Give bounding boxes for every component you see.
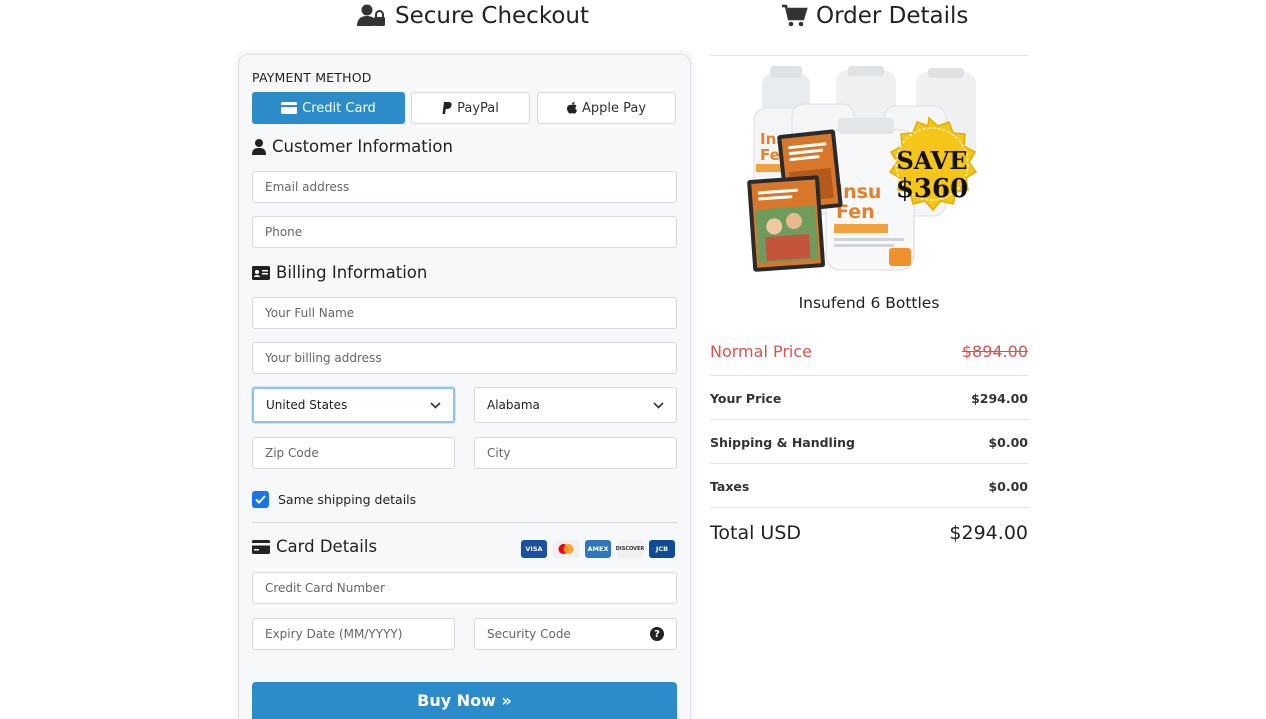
row-divider xyxy=(710,419,1028,420)
tab-paypal-label: PayPal xyxy=(457,100,499,116)
payment-method-label: PAYMENT METHOD xyxy=(252,70,372,85)
shopping-cart-icon xyxy=(782,4,808,27)
order-top-divider xyxy=(710,55,1028,56)
credit-card-icon xyxy=(252,539,270,554)
zip-code-field[interactable]: Zip Code xyxy=(252,437,455,469)
total-label: Total USD xyxy=(710,522,802,544)
secure-checkout-heading: Secure Checkout xyxy=(357,0,589,32)
your-price-row: Your Price $294.00 xyxy=(710,388,1028,408)
billing-info-title: Billing Information xyxy=(252,263,427,282)
full-name-field[interactable]: Your Full Name xyxy=(252,297,677,329)
product-name: Insufend 6 Bottles xyxy=(798,294,940,312)
state-select[interactable]: Alabama xyxy=(474,387,677,423)
tab-apple-pay-label: Apple Pay xyxy=(581,100,647,116)
security-code-field[interactable]: Security Code ? xyxy=(474,618,677,650)
taxes-label: Taxes xyxy=(710,478,750,494)
user-icon xyxy=(252,138,266,155)
your-price-value: $294.00 xyxy=(971,390,1028,406)
country-value: United States xyxy=(266,398,348,412)
apple-icon xyxy=(566,102,577,114)
accepted-cards: VISA AMEX DISCOVER JCB xyxy=(521,540,675,558)
customer-info-label: Customer Information xyxy=(272,137,453,156)
taxes-value: $0.00 xyxy=(988,478,1028,494)
normal-price-value: $894.00 xyxy=(961,341,1028,361)
user-lock-icon xyxy=(357,4,385,26)
shipping-row: Shipping & Handling $0.00 xyxy=(710,432,1028,452)
same-shipping-label: Same shipping details xyxy=(278,492,417,507)
phone-field[interactable]: Phone xyxy=(252,216,677,248)
zip-code-placeholder: Zip Code xyxy=(265,446,319,460)
tab-apple-pay[interactable]: Apple Pay xyxy=(537,92,676,124)
order-details-title: Order Details xyxy=(816,3,969,29)
email-field[interactable]: Email address xyxy=(252,171,677,203)
billing-address-field[interactable]: Your billing address xyxy=(252,342,677,374)
chevron-down-icon xyxy=(653,401,664,409)
billing-address-placeholder: Your billing address xyxy=(265,351,382,365)
id-card-icon xyxy=(252,265,270,280)
billing-info-label: Billing Information xyxy=(276,263,428,282)
tab-credit-card-label: Credit Card xyxy=(302,100,376,116)
row-divider xyxy=(710,375,1028,376)
normal-price-label: Normal Price xyxy=(710,341,813,361)
security-code-placeholder: Security Code xyxy=(487,627,571,641)
card-details-title: Card Details xyxy=(252,537,377,556)
total-value: $294.00 xyxy=(949,522,1028,544)
phone-placeholder: Phone xyxy=(265,225,303,239)
section-divider xyxy=(252,522,677,523)
checkmark-icon xyxy=(255,495,266,504)
discover-icon: DISCOVER xyxy=(616,540,644,558)
order-details-heading: Order Details xyxy=(782,0,968,32)
expiry-date-field[interactable]: Expiry Date (MM/YYYY) xyxy=(252,618,455,650)
state-value: Alabama xyxy=(487,398,540,412)
credit-card-icon xyxy=(281,102,298,114)
checkout-card: PAYMENT METHOD Credit Card PayPal Apple … xyxy=(238,54,691,719)
tab-paypal[interactable]: PayPal xyxy=(411,92,530,124)
taxes-row: Taxes $0.00 xyxy=(710,476,1028,496)
visa-icon: VISA xyxy=(521,540,547,558)
shipping-value: $0.00 xyxy=(988,434,1028,450)
card-details-label: Card Details xyxy=(276,537,378,556)
badge-line2: $360 xyxy=(896,174,968,204)
secure-checkout-title: Secure Checkout xyxy=(395,3,589,29)
card-number-placeholder: Credit Card Number xyxy=(265,581,385,595)
full-name-placeholder: Your Full Name xyxy=(265,306,355,320)
question-circle-icon[interactable]: ? xyxy=(650,627,664,641)
email-placeholder: Email address xyxy=(265,180,350,194)
badge-line1: SAVE xyxy=(896,146,967,175)
product-image: Insu Fe Insu Fen SAVE $360 xyxy=(747,66,978,272)
city-placeholder: City xyxy=(487,446,511,460)
row-divider xyxy=(710,507,1028,508)
amex-icon: AMEX xyxy=(585,540,611,558)
country-select[interactable]: United States xyxy=(252,387,455,423)
svg-text:Insu: Insu xyxy=(836,181,881,203)
expiry-date-placeholder: Expiry Date (MM/YYYY) xyxy=(265,627,403,641)
svg-text:Fe: Fe xyxy=(760,146,780,164)
same-shipping-checkbox[interactable] xyxy=(252,491,269,508)
paypal-icon xyxy=(442,102,452,114)
customer-info-title: Customer Information xyxy=(252,137,453,156)
row-divider xyxy=(710,463,1028,464)
mastercard-icon xyxy=(553,540,579,558)
total-row: Total USD $294.00 xyxy=(710,520,1028,546)
chevron-down-icon xyxy=(430,401,441,409)
card-number-field[interactable]: Credit Card Number xyxy=(252,572,677,604)
shipping-label: Shipping & Handling xyxy=(710,434,855,450)
same-shipping-row: Same shipping details xyxy=(252,491,416,508)
city-field[interactable]: City xyxy=(474,437,677,469)
tab-credit-card[interactable]: Credit Card xyxy=(252,92,405,124)
buy-now-button[interactable]: Buy Now » xyxy=(252,682,677,719)
normal-price-row: Normal Price $894.00 xyxy=(710,340,1028,362)
your-price-label: Your Price xyxy=(710,390,782,406)
jcb-icon: JCB xyxy=(649,540,675,558)
